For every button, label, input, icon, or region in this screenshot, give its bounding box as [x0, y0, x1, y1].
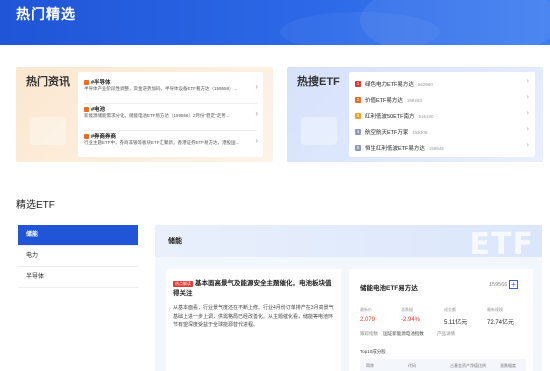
stat-turnover: 成交额 5.11亿元	[444, 307, 467, 326]
etf-name: 航空航天ETF万家	[365, 130, 409, 136]
holdings-table-header: 简称 代码 占基金资产净值比例 涨跌幅度	[360, 359, 526, 371]
news-card[interactable]: 基本面高景气及能源安全主题催化，电池板块值得关注 热点解读 从基本面看，行业景气…	[166, 269, 341, 371]
news-headline: 基本面高景气及能源安全主题催化，电池板块值得关注	[173, 280, 332, 297]
stat-label: 成交额	[444, 307, 456, 312]
news-topic: #电池	[91, 107, 106, 113]
section-title: 精选ETF	[16, 200, 55, 211]
hot-news-item[interactable]: #半导体 半导体产业阶段性调整，资金逆势加码，半导体设备ETF看方达（15955…	[84, 78, 258, 102]
tab-energy-storage[interactable]: 储能	[18, 225, 138, 246]
col-header: 代码	[408, 363, 416, 368]
hot-etf-item[interactable]: 5 恒生红利低波ETF易方达 159545 ›	[355, 142, 529, 154]
page-title: 热门精选	[16, 6, 76, 22]
fund-code: 159566	[489, 282, 508, 288]
tab-semiconductor[interactable]: 半导体	[18, 267, 138, 288]
hot-etf-illustration	[301, 117, 337, 145]
stat-value: -2.94%	[401, 317, 421, 323]
hot-news-list: #半导体 半导体产业阶段性调整，资金逆势加码，半导体设备ETF看方达（15955…	[78, 72, 263, 157]
hot-topic-icon	[84, 133, 89, 139]
news-topic: #券商券商	[91, 134, 117, 140]
news-summary: 新能源储能需求分化，储能电池ETF易方达（159566）2月份"稳定"走势...	[84, 113, 230, 118]
fund-card: 储能电池ETF易方达 159566 + 最新价 2.079 涨跌幅 -2.94%…	[349, 269, 533, 371]
chevron-right-icon: ›	[526, 126, 529, 133]
stat-value: 5.11亿元	[444, 320, 468, 326]
top10-title: Top10成分股	[360, 349, 386, 354]
news-body: 从基本面看，行业景气度还在不断上修。行业4月份订单排产在3月高景气基础上进一步上…	[173, 305, 334, 328]
col-header: 简称	[366, 363, 374, 368]
hot-news-label: 热门资讯	[26, 76, 70, 88]
hot-etf-list: 1 绿色电力ETF易方达 562960 › 2 价值ETF易方达 159263 …	[349, 72, 535, 157]
chevron-right-icon: ›	[526, 78, 529, 85]
divider	[84, 130, 257, 131]
chevron-right-icon: ›	[526, 142, 529, 149]
panel-header: 储能 ETF	[155, 225, 542, 262]
etf-code: 516150	[418, 113, 434, 119]
etf-code: 562960	[417, 81, 433, 87]
hot-news-illustration	[30, 117, 66, 145]
etf-code: 159308	[412, 129, 428, 135]
panel-title: 储能	[168, 238, 182, 245]
news-tag-badge: 热点解读	[173, 281, 193, 287]
stat-latest-price: 最新价 2.079	[360, 307, 375, 323]
hot-topic-icon	[84, 106, 89, 112]
hot-etf-item[interactable]: 1 绿色电力ETF易方达 562960 ›	[355, 78, 529, 90]
hero-decoration-2	[280, 12, 440, 45]
hot-topic-icon	[84, 79, 89, 85]
hot-etf-label: 热搜ETF	[297, 76, 340, 88]
add-watchlist-button[interactable]: +	[509, 280, 518, 289]
rank-badge: 5	[355, 145, 361, 151]
fund-name[interactable]: 储能电池ETF易方达	[360, 282, 418, 292]
news-summary: 半导体产业阶段性调整，资金逆势加码，半导体设备ETF看方达（159558）...	[84, 86, 238, 91]
hot-etf-item[interactable]: 3 红利低波50ETF南方 516150 ›	[355, 110, 529, 122]
fund-meta: 跟踪指数 国证新能源电池指数 产品详情	[360, 331, 459, 337]
chevron-right-icon: ›	[255, 109, 258, 118]
tracking-index-value: 国证新能源电池指数	[383, 331, 424, 336]
etf-code: 159263	[406, 97, 422, 103]
etf-name: 价值ETF易方达	[365, 98, 403, 104]
chevron-right-icon: ›	[255, 82, 258, 91]
hot-news-item[interactable]: #券商券商 行业主题ETF中，券商非银等板块ETF汇聚新，香港证券ETF易方达，…	[84, 132, 258, 156]
chevron-right-icon: ›	[526, 110, 529, 117]
rank-badge: 3	[355, 113, 361, 119]
stat-value: 2.079	[360, 317, 376, 323]
news-topic: #半导体	[91, 80, 111, 86]
etf-name: 绿色电力ETF易方达	[365, 82, 414, 88]
etf-code: 159545	[428, 145, 444, 151]
hot-news-card: 热门资讯 #半导体 半导体产业阶段性调整，资金逆势加码，半导体设备ETF看方达（…	[16, 67, 273, 162]
stat-change: 涨跌幅 -2.94%	[401, 307, 420, 323]
chevron-right-icon: ›	[526, 94, 529, 101]
hot-news-item[interactable]: #电池 新能源储能需求分化，储能电池ETF易方达（159566）2月份"稳定"走…	[84, 105, 258, 129]
stat-value: 72.74亿元	[487, 320, 515, 326]
hot-etf-card: 热搜ETF 1 绿色电力ETF易方达 562960 › 2 价值ETF易方达 1…	[287, 67, 543, 162]
rank-badge: 2	[355, 97, 361, 103]
hero-banner: 热门精选	[0, 0, 550, 45]
etf-name: 恒生红利低波ETF易方达	[365, 146, 425, 152]
stat-label: 涨跌幅	[401, 307, 413, 312]
hot-etf-item[interactable]: 4 航空航天ETF万家 159308 ›	[355, 126, 529, 138]
col-header: 占基金资产净值比例	[450, 363, 486, 368]
product-detail-link[interactable]: 产品详情	[437, 331, 455, 336]
stat-fund-size: 最新规模 72.74亿元	[487, 307, 514, 326]
etf-panel: 储能 ETF 基本面高景气及能源安全主题催化，电池板块值得关注 热点解读 从基本…	[155, 225, 542, 371]
chevron-right-icon: ›	[255, 136, 258, 145]
etf-name: 红利低波50ETF南方	[365, 114, 415, 120]
etf-watermark: ETF	[469, 227, 534, 262]
tracking-index-label: 跟踪指数	[360, 331, 378, 336]
stat-label: 最新规模	[487, 307, 503, 312]
news-summary: 行业主题ETF中，券商非银等板块ETF汇聚新，香港证券ETF易方达，港股国...	[84, 140, 240, 145]
stat-label: 最新价	[360, 307, 372, 312]
hot-etf-item[interactable]: 2 价值ETF易方达 159263 ›	[355, 94, 529, 106]
tab-power[interactable]: 电力	[18, 246, 138, 267]
rank-badge: 4	[355, 129, 361, 135]
col-header: 涨跌幅度	[500, 363, 516, 368]
divider	[84, 103, 257, 104]
rank-badge: 1	[355, 81, 361, 87]
